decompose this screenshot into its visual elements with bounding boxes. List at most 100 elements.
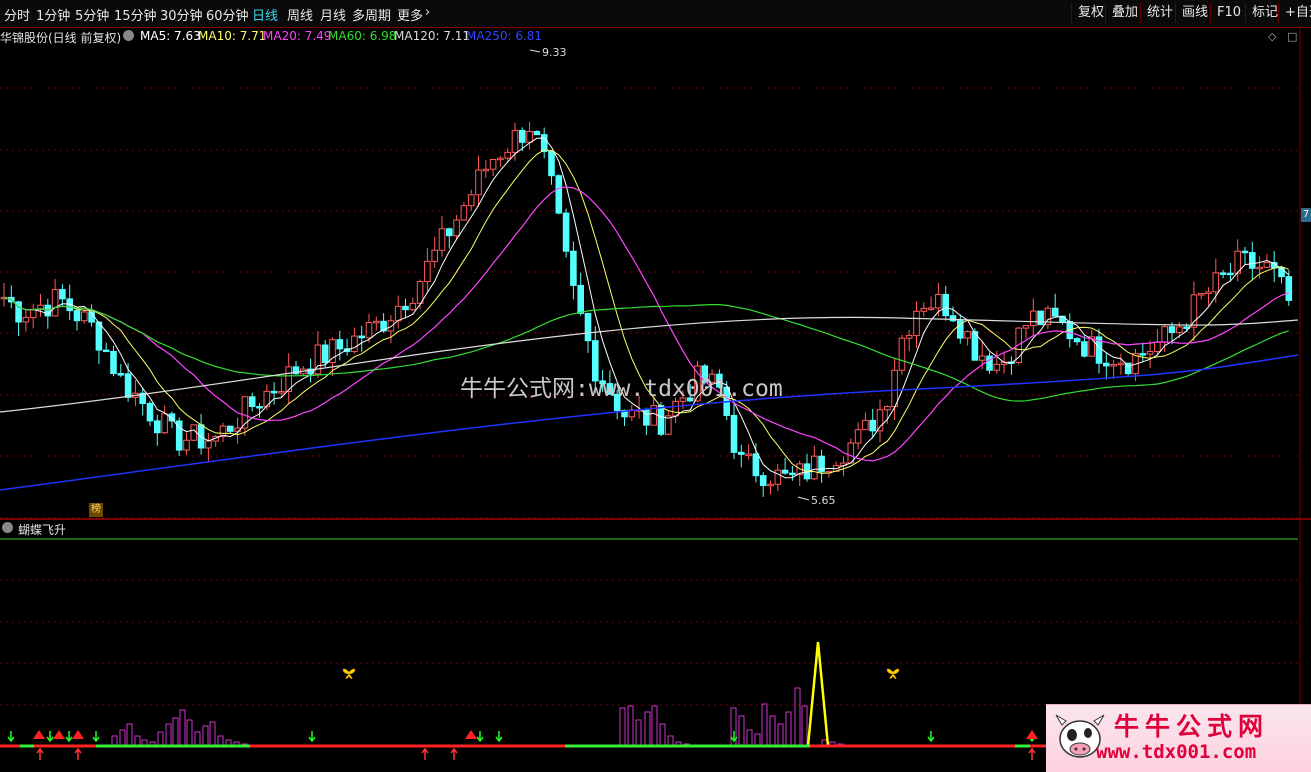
candle-body: [1161, 326, 1169, 343]
stock-name: 华锦股份(日线 前复权): [0, 31, 122, 45]
candle-body: [1103, 362, 1110, 367]
candle-body: [73, 310, 81, 322]
indicator-bar: [769, 715, 776, 747]
candle-body: [767, 483, 774, 487]
tab-multi-period[interactable]: 多周期: [352, 5, 391, 24]
candle-body: [643, 409, 650, 426]
candle-body: [270, 390, 278, 394]
indicator-bar: [179, 709, 186, 747]
candle-body: [555, 175, 563, 214]
ma60-label: MA60: 6.98: [328, 29, 397, 43]
stats-button[interactable]: 统计: [1140, 3, 1179, 23]
indicator-bar: [777, 723, 784, 747]
watermark: 牛牛公式网:www.tdx001.com: [460, 376, 783, 402]
candle-body: [1051, 307, 1059, 317]
candle-body: [986, 355, 993, 371]
rank-badge[interactable]: 榜: [89, 503, 103, 517]
candle-body: [489, 158, 497, 170]
candle-body: [278, 390, 285, 394]
candle-body: [862, 419, 869, 431]
tab-1min[interactable]: 1分钟: [36, 5, 70, 24]
candle-body: [431, 249, 438, 262]
candle-body: [978, 355, 986, 361]
candle-body: [927, 307, 935, 310]
candle-body: [540, 134, 548, 153]
candle-body: [562, 212, 570, 252]
candle-body: [913, 310, 920, 337]
candle-body: [738, 451, 745, 455]
ma5-label: MA5: 7.63: [140, 29, 201, 43]
indicator-toggle-icon[interactable]: [2, 522, 13, 533]
candle-body: [533, 130, 541, 136]
candle-body: [1168, 326, 1176, 334]
warning-triangle-icon: [53, 730, 65, 739]
f10-button[interactable]: F10: [1210, 3, 1247, 23]
square-icon[interactable]: □: [1287, 30, 1297, 43]
candle-body: [102, 349, 110, 353]
more-arrow-icon[interactable]: ›: [425, 5, 430, 20]
candle-body: [416, 281, 424, 304]
candle-body: [665, 415, 672, 435]
tab-fenshi[interactable]: 分时: [4, 5, 30, 24]
butterfly-icon: [886, 668, 900, 679]
legend-toggle-icon[interactable]: [123, 30, 134, 41]
warning-triangle-icon: [72, 730, 84, 739]
candle-body: [869, 419, 877, 432]
candle-body: [387, 320, 395, 332]
candle-body: [402, 305, 409, 311]
site-logo: 牛牛公式网 www.tdx001.com: [1046, 704, 1311, 772]
butterfly-icon: [342, 668, 356, 679]
ma20-label: MA20: 7.49: [263, 29, 332, 43]
candle-body: [365, 322, 373, 339]
candle-body: [51, 289, 59, 317]
sell-arrow-icon: [7, 731, 15, 743]
candle-body: [29, 308, 37, 319]
candle-body: [548, 151, 555, 177]
diamond-icon[interactable]: ◇: [1268, 30, 1276, 43]
sell-arrow-icon: [65, 731, 73, 743]
warning-triangle-icon: [465, 730, 477, 739]
candle-body: [438, 228, 446, 251]
candle-body: [1249, 252, 1256, 269]
candle-body: [59, 289, 66, 300]
indicator-bar: [172, 717, 179, 747]
candle-body: [227, 425, 234, 432]
candle-body: [424, 260, 431, 283]
tab-daily[interactable]: 日线: [252, 5, 278, 24]
candle-body: [657, 405, 665, 435]
tab-monthly[interactable]: 月线: [320, 5, 346, 24]
candle-body: [789, 472, 796, 476]
candle-body: [1146, 351, 1154, 355]
indicator-bar: [801, 705, 808, 747]
candle-body: [183, 439, 190, 451]
indicator-bar: [157, 731, 164, 747]
warning-triangle-icon: [33, 730, 45, 739]
sell-arrow-icon: [476, 731, 484, 743]
overlay-button[interactable]: 叠加: [1105, 3, 1144, 23]
indicator-spike: [806, 641, 830, 747]
candle-body: [446, 228, 453, 237]
tab-more[interactable]: 更多: [397, 5, 423, 24]
candle-body: [964, 331, 971, 339]
candle-body: [154, 420, 161, 434]
candle-body: [781, 469, 789, 474]
tab-30min[interactable]: 30分钟: [160, 5, 203, 24]
candle-body: [1197, 293, 1205, 296]
draw-button[interactable]: 画线: [1175, 3, 1214, 23]
indicator-bar: [635, 719, 642, 747]
tab-5min[interactable]: 5分钟: [75, 5, 109, 24]
candle-body: [570, 250, 577, 286]
candle-body: [1219, 272, 1227, 275]
add-watchlist-button[interactable]: +自选: [1278, 3, 1311, 23]
sell-arrow-icon: [46, 731, 54, 743]
candle-body: [519, 129, 526, 143]
candle-body: [256, 405, 263, 409]
tab-15min[interactable]: 15分钟: [114, 5, 157, 24]
tab-weekly[interactable]: 周线: [287, 5, 313, 24]
indicator-bar: [761, 703, 768, 747]
indicator-bar: [209, 721, 216, 747]
tab-60min[interactable]: 60分钟: [206, 5, 249, 24]
candle-body: [905, 335, 913, 339]
indicator-bar: [746, 729, 753, 747]
candle-body: [497, 157, 504, 161]
